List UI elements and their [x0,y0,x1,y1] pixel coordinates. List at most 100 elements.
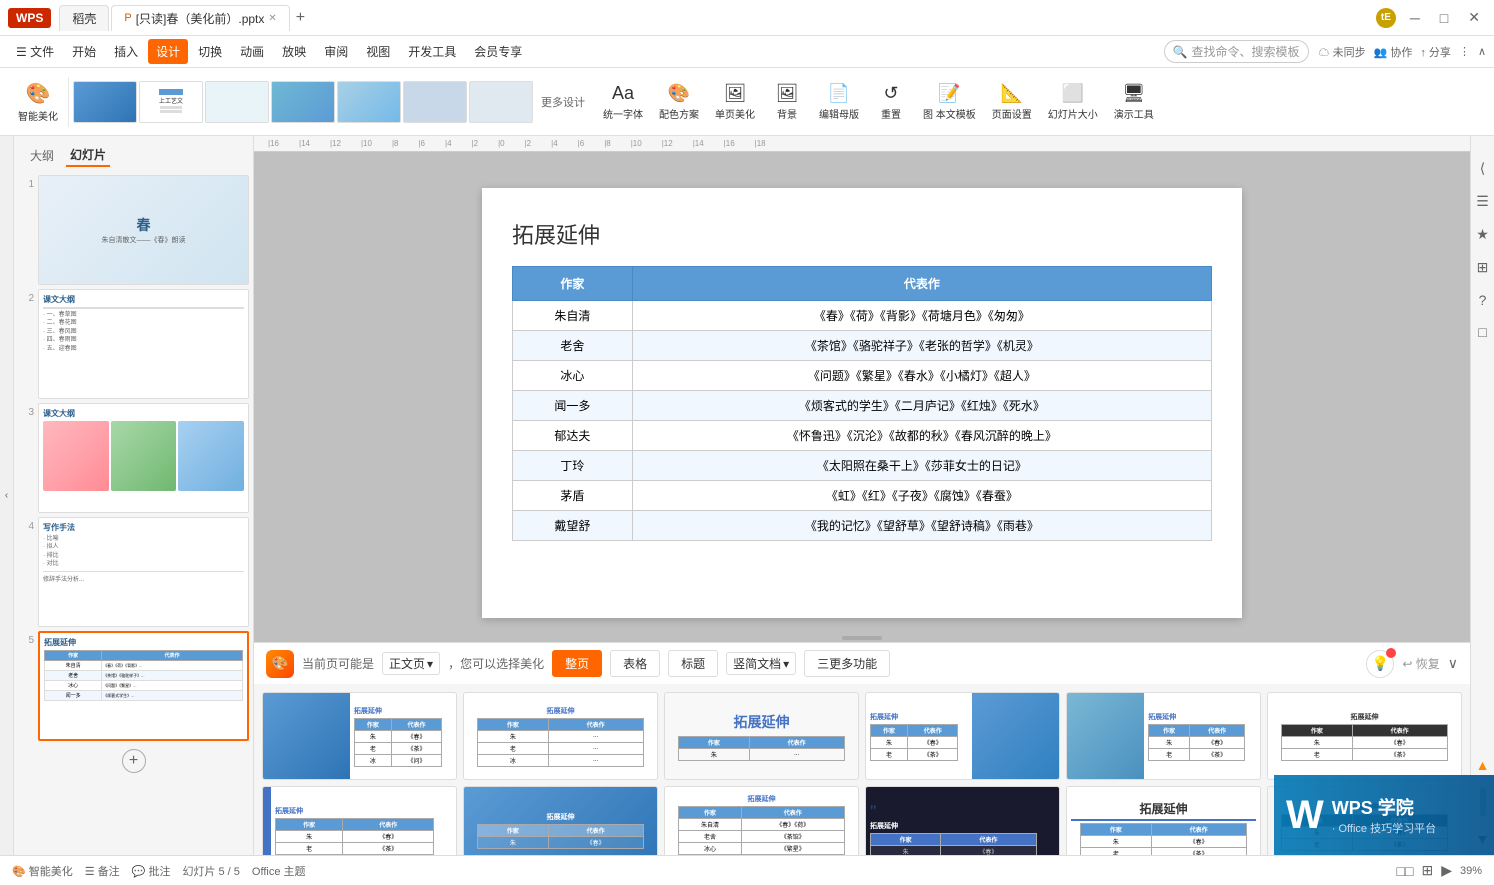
template-card-6[interactable]: 拓展延伸 作家代表作 朱《春》 老《茶》 [1267,692,1462,780]
slide-item-4[interactable]: 4 写作手法 · 比喻· 拟人· 排比· 对比 修辞手法分析... [18,517,249,627]
slide-canvas[interactable]: 拓展延伸 作家 代表作 朱自清《春》《荷》《背影》《荷塘月色》《匆匆》老舍《茶馆… [482,188,1242,618]
menu-animation[interactable]: 动画 [232,39,272,64]
tpl-7-table: 作家代表作 朱《春》 老《茶》 [275,818,434,855]
template-card-1[interactable]: 拓展延伸 作家代表作 朱《春》 老《茶》 冰《问》 [262,692,457,780]
template-card-3[interactable]: 拓展延伸 作家代表作 朱... [664,692,859,780]
more-design-button[interactable]: 更多设计 [537,94,589,110]
rearrange-button[interactable]: ↺ 重置 [869,79,913,125]
collab-button[interactable]: 👥 协作 [1374,44,1413,60]
tab-close-icon[interactable]: ✕ [268,13,276,24]
theme-thumb-1[interactable] [73,81,137,123]
rs-help-icon[interactable]: ? [1475,288,1491,312]
scroll-bar[interactable] [842,636,882,640]
bulb-button[interactable]: 💡 [1366,650,1394,678]
menu-review[interactable]: 审阅 [316,39,356,64]
note-status[interactable]: ☰ 备注 [85,863,120,879]
slide-thumb-3[interactable]: 课文大纲 [38,403,249,513]
menu-transition[interactable]: 切换 [190,39,230,64]
slide-thumb-1[interactable]: 春 朱自清散文——《春》朗读 [38,175,249,285]
beautify-bar: 🎨 当前页可能是 正文页 ▾ ，您可以选择美化 整页 表格 标题 竖简文档 ▾ … [254,642,1470,684]
theme-thumb-7[interactable] [469,81,533,123]
background-button[interactable]: 🖼 背景 [765,79,809,125]
table-button[interactable]: 表格 [610,650,660,677]
rs-layout-icon[interactable]: □ [1474,320,1490,344]
ai-beautify-status[interactable]: 🎨 智能美化 [12,863,73,879]
sync-button[interactable]: ☁ 未同步 [1319,44,1366,60]
menu-home[interactable]: 开始 [64,39,104,64]
slide-5-title-preview: 拓展延伸 [44,637,243,648]
menu-slideshow[interactable]: 放映 [274,39,314,64]
edit-master-button[interactable]: 📄 编辑母版 [813,79,865,125]
add-slide-button[interactable]: + [122,749,146,773]
search-box[interactable]: 🔍 查找命令、搜索模板 [1164,40,1309,63]
template-card-11[interactable]: 拓展延伸 作家代表作 朱《春》 老《茶》 [1066,786,1261,855]
simpledoc-select[interactable]: 竖简文档 ▾ [726,652,796,675]
template-card-7[interactable]: 拓展延伸 作家代表作 朱《春》 老《茶》 [262,786,457,855]
present-tool-button[interactable]: 🖥 演示工具 [1108,79,1160,125]
tab-shell[interactable]: 稻壳 [59,5,109,31]
theme-thumb-4[interactable] [271,81,335,123]
menu-design[interactable]: 设计 [148,39,188,64]
template-card-8[interactable]: 拓展延伸 作家代表作 朱《春》 [463,786,658,855]
template-card-9[interactable]: 拓展延伸 作家代表作 朱自清《春》《荷》 老舍《茶馆》 冰心《繁星》 闻一多《红… [664,786,859,855]
template-card-5[interactable]: 拓展延伸 作家代表作 朱《春》 老《茶》 [1066,692,1261,780]
menu-file[interactable]: ☰ 文件 [8,39,62,64]
more-func-button[interactable]: 三更多功能 [804,650,890,677]
comment-status[interactable]: 💬 批注 [132,863,171,879]
template-card-2[interactable]: 拓展延伸 作家代表作 朱... 老... 冰... [463,692,658,780]
rs-scroll-up-icon[interactable]: ⟨ [1476,156,1489,181]
view-play-button[interactable]: ▶ [1441,862,1452,879]
theme-thumb-6[interactable] [403,81,467,123]
table-cell-author: 茅盾 [513,481,633,511]
page-type-select[interactable]: 正文页 ▾ [382,652,440,675]
wps-account-icon[interactable]: tE [1376,8,1396,28]
slide-thumb-5[interactable]: 拓展延伸 作家代表作 朱自清《春》《荷》《背影》... 老舍《茶馆》《骆驼祥子》… [38,631,249,741]
collapse-ribbon-button[interactable]: ∧ [1478,45,1486,58]
slide-thumb-4[interactable]: 写作手法 · 比喻· 拟人· 排比· 对比 修辞手法分析... [38,517,249,627]
panel-collapse-button[interactable]: ‹ [0,136,14,855]
minimize-button[interactable]: ─ [1404,8,1426,28]
add-tab-button[interactable]: + [296,9,305,27]
slides-tab[interactable]: 幻灯片 [66,144,110,167]
slide-item-1[interactable]: 1 春 朱自清散文——《春》朗读 [18,175,249,285]
outline-tab[interactable]: 大纲 [26,145,58,166]
file-icon: P [124,12,131,24]
color-scheme-button[interactable]: 🎨 配色方案 [653,79,705,125]
slide-item-5[interactable]: 5 拓展延伸 作家代表作 朱自清《春》《荷》《背影》... 老舍《茶馆》《骆驼祥… [18,631,249,741]
menu-view[interactable]: 视图 [358,39,398,64]
restore-button[interactable]: ↩ 恢复 [1402,655,1439,672]
maximize-button[interactable]: □ [1434,8,1454,28]
tab-file[interactable]: P [只读]春（美化前）.pptx ✕ [111,5,289,31]
menu-insert[interactable]: 插入 [106,39,146,64]
theme-thumb-5[interactable] [337,81,401,123]
theme-thumb-3[interactable] [205,81,269,123]
title-button[interactable]: 标题 [668,650,718,677]
share-button[interactable]: ↑ 分享 [1420,44,1451,60]
view-grid-button[interactable]: ⊞ [1421,862,1433,879]
slide-item-2[interactable]: 2 课文大纲 · 一、春草图· 二、春花图· 三、春风图· 四、春雨图· 五、迎… [18,289,249,399]
tpl-1-title: 拓展延伸 [354,706,452,716]
view-normal-button[interactable]: □□ [1397,863,1414,879]
page-setup-button[interactable]: 📐 页面设置 [986,79,1038,125]
text-master-button[interactable]: 📝 图 本文模板 [917,79,982,125]
theme-thumb-2[interactable]: 上工艺文 [139,81,203,123]
menu-devtools[interactable]: 开发工具 [400,39,464,64]
menu-member[interactable]: 会员专享 [466,39,530,64]
more-menu-button[interactable]: ⋮ [1459,45,1470,58]
expand-button[interactable]: ∨ [1448,655,1458,672]
ai-beautify-button[interactable]: 🎨 智能美化 [12,77,64,127]
slide-beautify-button[interactable]: 🖼 单页美化 [709,79,761,125]
rs-grid-icon[interactable]: ⊞ [1473,255,1493,280]
template-card-4[interactable]: 拓展延伸 作家代表作 朱《春》 老《茶》 [865,692,1060,780]
rs-star-icon[interactable]: ★ [1472,222,1493,247]
wholepage-button[interactable]: 整页 [552,650,602,677]
slide-size-button[interactable]: ⬜ 幻灯片大小 [1042,79,1104,125]
template-card-10[interactable]: " 拓展延伸 作家代表作 朱《春》 [865,786,1060,855]
slide-item-3[interactable]: 3 课文大纲 [18,403,249,513]
close-button[interactable]: ✕ [1462,7,1486,28]
unified-font-button[interactable]: Aa 统一字体 [597,79,649,125]
table-row: 朱自清《春》《荷》《背影》《荷塘月色》《匆匆》 [513,301,1212,331]
slide-thumb-2[interactable]: 课文大纲 · 一、春草图· 二、春花图· 三、春风图· 四、春雨图· 五、迎春图 [38,289,249,399]
rs-scroll-indicator-top[interactable]: ▲ [1472,753,1494,777]
rs-nav-icon[interactable]: ☰ [1472,189,1493,214]
